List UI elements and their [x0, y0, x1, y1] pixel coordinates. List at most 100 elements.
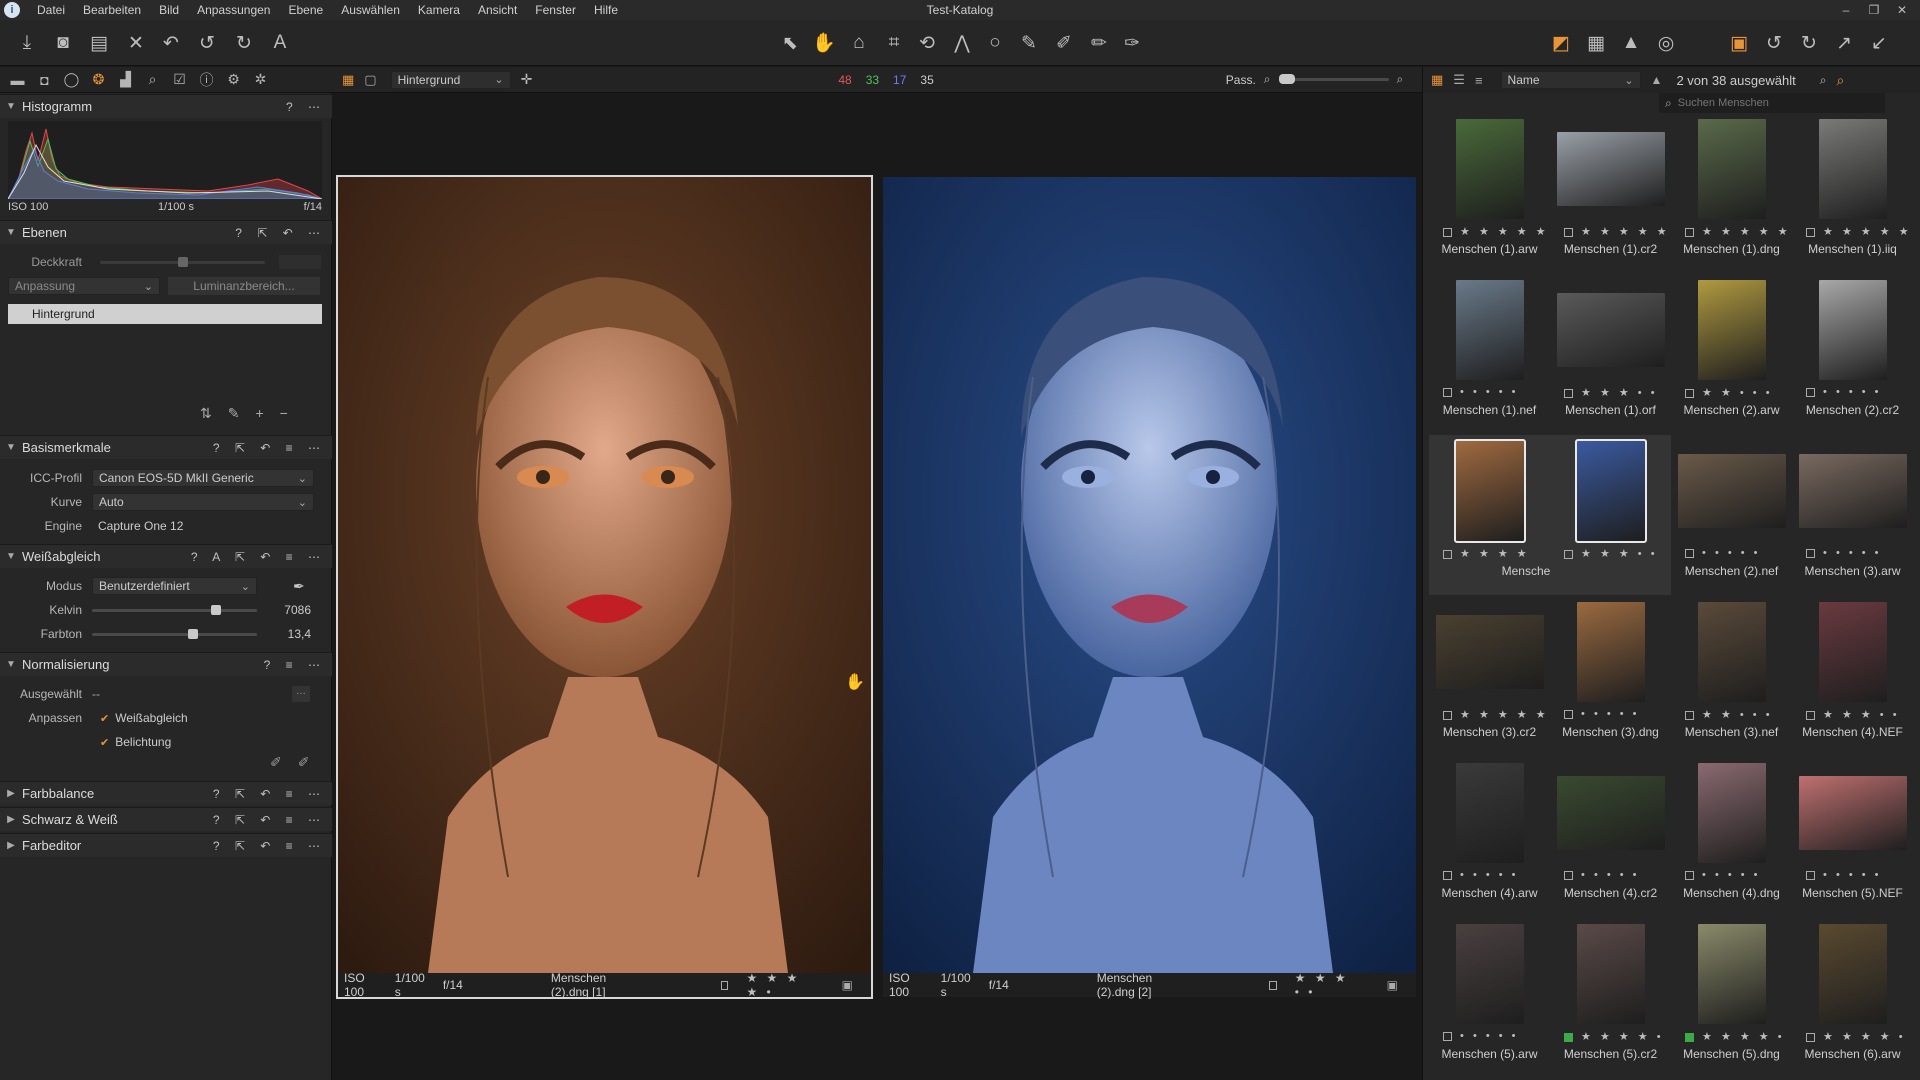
gradient-tool-icon[interactable]: ✏	[1085, 29, 1113, 57]
thumbnail-rating[interactable]: • • • • •	[1443, 1030, 1519, 1042]
capture-tab-icon[interactable]: ◘	[31, 72, 58, 88]
undo-icon[interactable]: ↺	[193, 29, 221, 57]
adjust-dropdown[interactable]: Anpassung	[8, 277, 160, 295]
spot-tool-icon[interactable]: ○	[981, 29, 1009, 57]
keystone-tool-icon[interactable]: ⋀	[948, 29, 976, 57]
thumbnail-item[interactable]: ★ ★ ★ • • Menschen (4).NEF	[1792, 596, 1913, 756]
thumbnail-stars[interactable]: • • • • •	[1575, 708, 1640, 720]
auto-adjust-icon[interactable]: A	[266, 29, 294, 57]
close-icon[interactable]: ✕	[1888, 0, 1916, 20]
thumbnail-rating[interactable]: • • • • •	[1443, 386, 1519, 398]
thumbnail-item[interactable]: • • • • • Menschen (4).arw	[1429, 757, 1550, 917]
thumbnail-stars[interactable]: ★ ★ ★ • •	[1575, 548, 1658, 560]
thumbnail-stars[interactable]: • • • • •	[1696, 869, 1761, 881]
wb-mode-dropdown[interactable]: Benutzerdefiniert	[92, 577, 257, 595]
thumbnail-stars[interactable]: ★ ★ ★ • •	[1817, 709, 1900, 721]
expand-icon[interactable]: ↗	[1830, 29, 1858, 57]
thumbnail-stars[interactable]: ★ ★ ★ ★ •	[1817, 1031, 1906, 1043]
menu-bearbeiten[interactable]: Bearbeiten	[74, 3, 150, 17]
thumbnail-item[interactable]: • • • • • Menschen (3).arw	[1792, 435, 1913, 595]
thumbnail-item[interactable]: • • • • • Menschen (2).nef	[1671, 435, 1792, 595]
section-icons[interactable]: ? ≡ ⋯	[264, 658, 332, 672]
adjustments-tab-icon[interactable]: ☑	[166, 71, 193, 88]
thumbnail-item[interactable]: ★ ★ ★ • • Menschen (1).orf	[1550, 274, 1671, 434]
thumbnail-item[interactable]: • • • • • Menschen (5).NEF	[1792, 757, 1913, 917]
tint-knob[interactable]	[188, 628, 199, 639]
thumbnail-stars[interactable]: ★ ★ ★ ★ •	[1575, 1031, 1664, 1043]
thumbnail-rating[interactable]: ★ ★ ★ ★ •	[1806, 1030, 1906, 1043]
exposure-tab-icon[interactable]: ▟	[112, 71, 139, 88]
maximize-icon[interactable]: ❐	[1860, 0, 1888, 20]
thumbnail-stars[interactable]: ★ ★ ★ ★ ★	[1696, 226, 1791, 238]
thumbnail-checkbox[interactable]	[1443, 387, 1452, 397]
thumbnail-stars[interactable]: ★ ★ ★ ★ ★	[1454, 226, 1549, 238]
undo-all-icon[interactable]: ↶	[157, 29, 185, 57]
thumbnail-checkbox[interactable]	[1806, 548, 1815, 558]
filter-icon[interactable]: ⌕	[1820, 73, 1827, 88]
thumbnail-item[interactable]: ★ ★ ★ ★ ★ Menschen (3).cr2	[1429, 596, 1550, 756]
thumbnail-item[interactable]: ★ ★ ★ ★ ★ Menschen (1).arw	[1429, 113, 1550, 273]
thumbnail-stars[interactable]: ★ ★ • • •	[1696, 709, 1773, 721]
brush-tool-icon[interactable]: ✎	[1015, 29, 1043, 57]
section-icons[interactable]: ? ⇱ ↶ ⋯	[235, 226, 332, 240]
thumbnail-checkbox[interactable]	[1564, 1032, 1573, 1042]
eraser-tool-icon[interactable]: ✐	[1050, 29, 1078, 57]
rotate-tool-icon[interactable]: ⟲	[913, 29, 941, 57]
grid-icon[interactable]: ▦	[1582, 29, 1610, 57]
thumbnail-stars[interactable]: ★ ★ ★ ★ •	[1696, 1031, 1785, 1043]
thumbnail-checkbox[interactable]	[1806, 710, 1815, 720]
kelvin-value[interactable]: 7086	[257, 603, 311, 617]
thumbnail-item[interactable]: ★ ★ ★ ★ ★ Menschen (1).cr2	[1550, 113, 1671, 273]
list-view-icon[interactable]: ☰	[1453, 72, 1465, 88]
capture-icon[interactable]: ◙	[49, 29, 77, 57]
thumbnail-rating[interactable]: ★ ★ ★ ★ •	[1685, 1030, 1785, 1043]
library-tab-icon[interactable]: ▬	[4, 72, 31, 88]
thumbnail-stars[interactable]: • • • • •	[1454, 1030, 1519, 1042]
kelvin-slider[interactable]	[92, 604, 257, 615]
thumbnail-rating[interactable]: • • • • •	[1806, 547, 1882, 559]
add-layer-icon[interactable]: ✛	[521, 71, 533, 88]
pan-tool-icon[interactable]: ✋	[810, 29, 838, 57]
thumbnail-stars[interactable]: • • • • •	[1575, 869, 1640, 881]
sort-direction-icon[interactable]: ▲	[1651, 73, 1663, 87]
section-color-editor[interactable]: ▶ Farbeditor ? ⇱ ↶ ≡ ⋯	[0, 833, 332, 857]
menu-auswaehlen[interactable]: Auswählen	[332, 3, 409, 17]
curve-dropdown[interactable]: Auto	[92, 493, 314, 511]
crop-tool-icon[interactable]: ⌗	[880, 29, 908, 57]
thumbnail-checkbox[interactable]	[1685, 388, 1694, 398]
menu-bild[interactable]: Bild	[150, 3, 188, 17]
right-rating[interactable]: ★ ★ ★ • •	[1295, 971, 1357, 999]
section-normalization[interactable]: ▼ Normalisierung ? ≡ ⋯	[0, 652, 332, 676]
section-layers[interactable]: ▼ Ebenen ? ⇱ ↶ ⋯	[0, 220, 332, 244]
section-icons[interactable]: ? ⇱ ↶ ≡ ⋯	[213, 813, 332, 827]
compare-icon[interactable]: ◎	[1652, 29, 1680, 57]
thumbnail-item[interactable]: ★ ★ • • • Menschen (2).arw	[1671, 274, 1792, 434]
thumbnail-item[interactable]: ★ ★ ★ ★Menschen (2).dng	[1429, 435, 1598, 595]
thumbnail-stars[interactable]: • • • • •	[1817, 386, 1882, 398]
zoom-out-icon[interactable]: ⌕	[1264, 72, 1271, 87]
thumbnail-rating[interactable]: • • • • •	[1443, 869, 1519, 881]
left-variant-icon[interactable]: ▣	[842, 978, 853, 992]
grid-view-icon[interactable]: ▦	[342, 72, 354, 88]
thumbnail-item[interactable]: ★ ★ ★ ★ ★ Menschen (1).dng	[1671, 113, 1792, 273]
thumbnail-checkbox[interactable]	[1806, 870, 1815, 880]
thumbnail-rating[interactable]: ★ ★ • • •	[1685, 708, 1773, 721]
thumbnail-stars[interactable]: • • • • •	[1454, 869, 1519, 881]
section-color-balance[interactable]: ▶ Farbbalance ? ⇱ ↶ ≡ ⋯	[0, 781, 332, 805]
section-histogram[interactable]: ▼ Histogramm ? ⋯	[0, 94, 332, 118]
left-select-checkbox[interactable]	[721, 980, 729, 990]
tint-value[interactable]: 13,4	[257, 627, 311, 641]
minimize-icon[interactable]: –	[1832, 0, 1860, 20]
lens-tab-icon[interactable]: ◯	[58, 71, 85, 88]
rotate-right-icon[interactable]: ↻	[1795, 29, 1823, 57]
menu-kamera[interactable]: Kamera	[409, 3, 469, 17]
select-tool-icon[interactable]: ⬉	[776, 29, 804, 57]
picker-tool-icon[interactable]: ✑	[1118, 29, 1146, 57]
thumbnail-checkbox[interactable]	[1564, 870, 1573, 880]
thumbnail-stars[interactable]: ★ ★ ★ ★ ★	[1454, 709, 1549, 721]
thumbnail-item[interactable]: ★ ★ ★ ★ • Menschen (5).dng	[1671, 918, 1792, 1078]
thumbnail-checkbox[interactable]	[1443, 227, 1452, 237]
thumbnail-item[interactable]: • • • • • Menschen (4).cr2	[1550, 757, 1671, 917]
layer-item-background[interactable]: Hintergrund	[8, 304, 322, 324]
menu-anpassungen[interactable]: Anpassungen	[188, 3, 279, 17]
